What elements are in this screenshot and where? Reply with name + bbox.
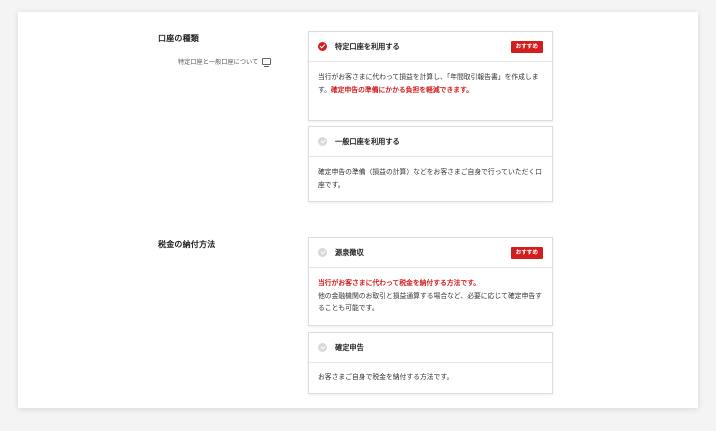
- external-window-icon: [262, 58, 272, 67]
- option-card-header[interactable]: 源泉徴収 おすすめ: [309, 238, 552, 268]
- option-card-ippan[interactable]: 一般口座を利用する 確定申告の準備（損益の計算）などをお客さまご自身で行っていた…: [308, 126, 553, 202]
- option-description: 当行がお客さまに代わって税金を納付する方法です。 他の金融機関のお取引と損益通算…: [309, 268, 552, 323]
- option-card-gensen[interactable]: 源泉徴収 おすすめ 当行がお客さまに代わって税金を納付する方法です。 他の金融機…: [308, 237, 553, 326]
- option-card-tokutei[interactable]: 特定口座を利用する おすすめ 当行がお客さまに代わって損益を計算し、「年間取引報…: [308, 31, 553, 121]
- account-type-label: 口座の種類: [158, 34, 199, 43]
- account-type-help-link[interactable]: 特定口座と一般口座について: [178, 57, 272, 67]
- help-link-text[interactable]: 特定口座と一般口座について: [178, 57, 258, 66]
- option-card-header[interactable]: 確定申告: [309, 333, 552, 363]
- option-description: 確定申告の準備（損益の計算）などをお客さまご自身で行っていただく口座です。: [309, 157, 552, 199]
- radio-unchecked-icon[interactable]: [318, 248, 327, 257]
- radio-checked-icon[interactable]: [318, 42, 327, 51]
- option-description: お客さまご自身で税金を納付する方法です。: [309, 363, 552, 392]
- description-text: 確定申告の準備（損益の計算）などをお客さまご自身で行っていただく口座です。: [318, 168, 542, 189]
- option-title: 源泉徴収: [335, 247, 364, 257]
- option-title: 一般口座を利用する: [335, 136, 400, 146]
- tax-method-label: 税金の納付方法: [158, 240, 216, 249]
- description-text: お客さまご自身で税金を納付する方法です。: [318, 373, 454, 381]
- description-highlight: 当行がお客さまに代わって税金を納付する方法です。: [318, 279, 481, 287]
- recommended-badge: おすすめ: [510, 247, 543, 259]
- option-card-header[interactable]: 一般口座を利用する: [309, 127, 552, 157]
- description-text: 他の金融機関のお取引と損益通算する場合など、必要に応じて確定申告することも可能で…: [318, 291, 542, 313]
- recommended-badge: おすすめ: [510, 41, 543, 53]
- option-title: 特定口座を利用する: [335, 41, 400, 51]
- radio-unchecked-icon[interactable]: [318, 343, 327, 352]
- description-highlight: 確定申告の準備にかかる負担を軽減できます。: [330, 85, 473, 94]
- option-card-header[interactable]: 特定口座を利用する おすすめ: [309, 32, 552, 62]
- option-title: 確定申告: [335, 342, 364, 352]
- option-description: 当行がお客さまに代わって損益を計算し、「年間取引報告書」を作成します。確定申告の…: [309, 62, 552, 104]
- option-card-kakutei[interactable]: 確定申告 お客さまご自身で税金を納付する方法です。: [308, 332, 553, 394]
- radio-unchecked-icon[interactable]: [318, 137, 327, 146]
- form-panel: 口座の種類 特定口座と一般口座について 特定口座を利用する おすすめ 当行がお客…: [18, 12, 698, 408]
